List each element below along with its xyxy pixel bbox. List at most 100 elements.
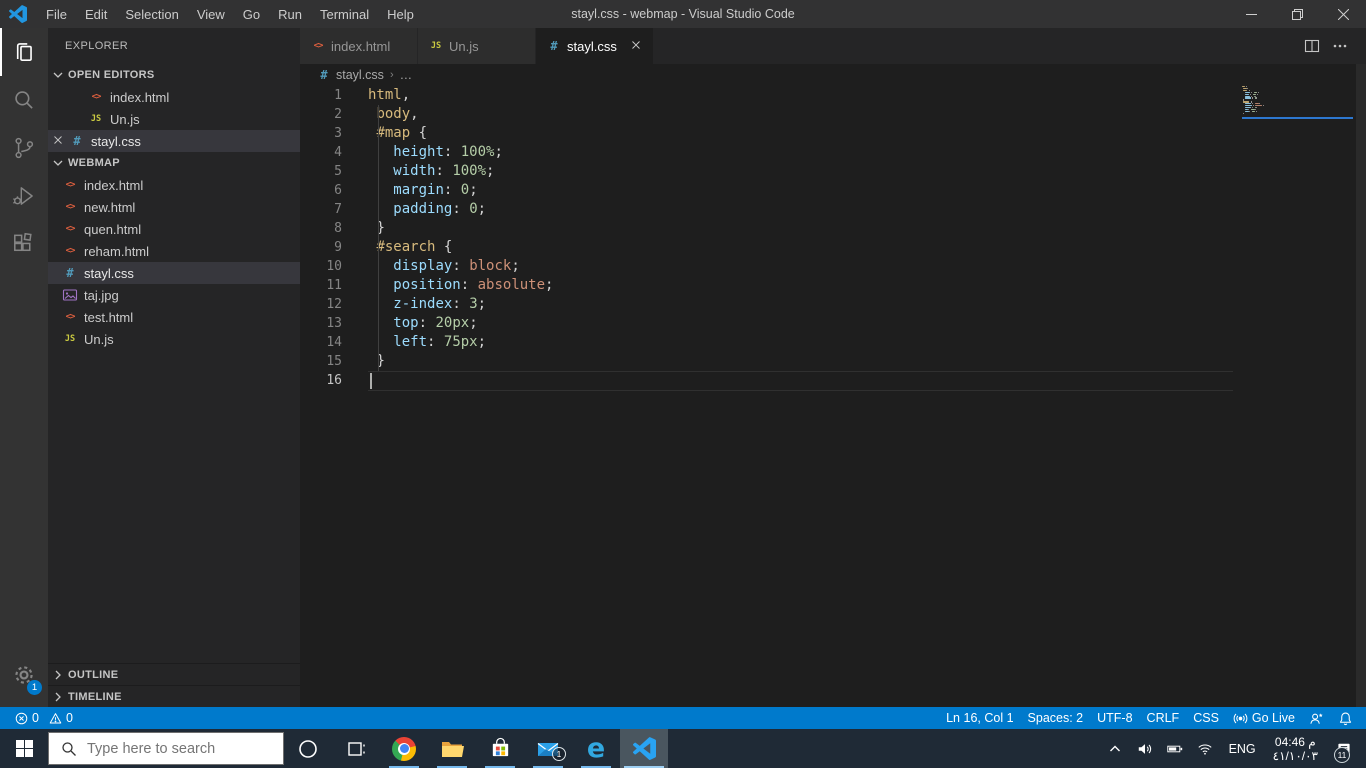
activity-extensions[interactable]	[0, 220, 48, 268]
code-line-2[interactable]: 2 body,	[300, 105, 1240, 124]
battery-button[interactable]	[1160, 729, 1190, 768]
settings-badge: 1	[27, 680, 42, 695]
eol-setting[interactable]: CRLF	[1140, 707, 1187, 729]
file-stayl.css[interactable]: # stayl.css	[48, 130, 300, 152]
code-editor[interactable]: 1 html, 2 body, 3 #map {4 height: 100%; 5 wi…	[300, 86, 1240, 390]
editor-scrollbar[interactable]	[1356, 64, 1366, 707]
section-outline[interactable]: OUTLINE	[48, 663, 300, 685]
start-button[interactable]	[0, 729, 48, 768]
file-test.html[interactable]: <> test.html	[48, 306, 300, 328]
problems-indicator[interactable]: 0 0	[8, 707, 80, 729]
css-file-icon: #	[66, 266, 74, 280]
indentation-setting[interactable]: Spaces: 2	[1021, 707, 1091, 729]
menu-run[interactable]: Run	[269, 0, 311, 28]
language-indicator[interactable]: ENG	[1220, 729, 1265, 768]
file-reham.html[interactable]: <> reham.html	[48, 240, 300, 262]
encoding-setting[interactable]: UTF-8	[1090, 707, 1139, 729]
menu-edit[interactable]: Edit	[76, 0, 116, 28]
activity-source-control[interactable]	[0, 124, 48, 172]
code-line-3[interactable]: 3 #map {	[300, 124, 1240, 143]
feedback-button[interactable]	[1302, 707, 1331, 729]
go-live-button[interactable]: Go Live	[1226, 707, 1302, 729]
code-line-14[interactable]: 14 left: 75px;	[300, 333, 1240, 352]
action-center-button[interactable]: 11	[1326, 729, 1366, 768]
file-index.html[interactable]: <> index.html	[48, 86, 300, 108]
cortana-button[interactable]	[284, 729, 332, 768]
file-taj.jpg[interactable]: taj.jpg	[48, 284, 300, 306]
code-line-8[interactable]: 8 }	[300, 219, 1240, 238]
close-window-button[interactable]	[1320, 0, 1366, 28]
notifications-bell[interactable]	[1331, 707, 1360, 729]
file-quen.html[interactable]: <> quen.html	[48, 218, 300, 240]
menu-view[interactable]: View	[188, 0, 234, 28]
menu-go[interactable]: Go	[234, 0, 269, 28]
task-view-button[interactable]	[332, 729, 380, 768]
volume-button[interactable]	[1130, 729, 1160, 768]
menu-terminal[interactable]: Terminal	[311, 0, 378, 28]
file-Un.js[interactable]: JS Un.js	[48, 328, 300, 350]
tab-index.html[interactable]: <> index.html	[300, 28, 418, 64]
language-mode[interactable]: CSS	[1186, 707, 1226, 729]
line-text: body,	[376, 106, 419, 122]
go-live-label: Go Live	[1251, 711, 1295, 725]
code-line-12[interactable]: 12 z-index: 3;	[300, 295, 1240, 314]
file-index.html[interactable]: <> index.html	[48, 174, 300, 196]
code-line-13[interactable]: 13 top: 20px;	[300, 314, 1240, 333]
taskbar-app-file-explorer[interactable]	[428, 729, 476, 768]
code-line-1[interactable]: 1 html,	[300, 86, 1240, 105]
taskbar-app-edge[interactable]: e	[572, 729, 620, 768]
taskbar-search[interactable]	[48, 732, 284, 765]
tab-stayl.css[interactable]: # stayl.css	[536, 28, 654, 64]
taskbar-app-store[interactable]	[476, 729, 524, 768]
windows-taskbar: 1e ENG 04:46 م ٤١/١٠/٠٣ 11	[0, 729, 1366, 768]
code-line-11[interactable]: 11 position: absolute;	[300, 276, 1240, 295]
title-bar: File Edit Selection View Go Run Terminal Help s…	[0, 0, 1366, 28]
section-timeline[interactable]: TIMELINE	[48, 685, 300, 707]
minimize-button[interactable]	[1228, 0, 1274, 28]
taskbar-app-chrome[interactable]	[380, 729, 428, 768]
file-new.html[interactable]: <> new.html	[48, 196, 300, 218]
code-line-4[interactable]: 4 height: 100%;	[300, 143, 1240, 162]
clock[interactable]: 04:46 م ٤١/١٠/٠٣	[1265, 729, 1326, 768]
open-editors-header[interactable]: OPEN EDITORS	[48, 64, 300, 86]
tray-chevron-button[interactable]	[1100, 729, 1130, 768]
cursor-position[interactable]: Ln 16, Col 1	[939, 707, 1020, 729]
activity-settings[interactable]: 1	[0, 651, 48, 699]
code-line-16[interactable]: 16	[300, 371, 1240, 390]
taskbar-app-mail[interactable]: 1	[524, 729, 572, 768]
tab-Un.js[interactable]: JS Un.js	[418, 28, 536, 64]
network-button[interactable]	[1190, 729, 1220, 768]
close-icon[interactable]	[51, 133, 67, 149]
code-line-6[interactable]: 6 margin: 0;	[300, 181, 1240, 200]
breadcrumb-ellipsis[interactable]: …	[400, 68, 413, 82]
code-line-15[interactable]: 15 }	[300, 352, 1240, 371]
search-input[interactable]	[87, 740, 267, 757]
code-line-7[interactable]: 7 padding: 0;	[300, 200, 1240, 219]
minimap-line-mark	[1245, 110, 1249, 113]
code-line-5[interactable]: 5 width: 100%;	[300, 162, 1240, 181]
close-icon[interactable]	[629, 38, 645, 54]
html-file-icon: <>	[65, 224, 76, 234]
more-actions-icon[interactable]	[1326, 33, 1354, 59]
breadcrumb[interactable]: # stayl.css › …	[300, 64, 412, 86]
system-tray: ENG 04:46 م ٤١/١٠/٠٣ 11	[1100, 729, 1366, 768]
activity-run-debug[interactable]	[0, 172, 48, 220]
file-stayl.css[interactable]: # stayl.css	[48, 262, 300, 284]
file-Un.js[interactable]: JS Un.js	[48, 108, 300, 130]
restore-button[interactable]	[1274, 0, 1320, 28]
menu-help[interactable]: Help	[378, 0, 423, 28]
activity-search[interactable]	[0, 76, 48, 124]
menu-file[interactable]: File	[37, 0, 76, 28]
breadcrumb-file[interactable]: stayl.css	[336, 68, 384, 82]
error-count: 0	[32, 711, 39, 725]
activity-explorer[interactable]	[0, 28, 48, 76]
code-line-10[interactable]: 10 display: block;	[300, 257, 1240, 276]
split-editor-icon[interactable]	[1298, 33, 1326, 59]
workspace-folder-section: WEBMAP <> index.html <> new.html <> quen.html <…	[48, 152, 300, 350]
workspace-header[interactable]: WEBMAP	[48, 152, 300, 174]
minimap[interactable]	[1242, 86, 1353, 146]
code-line-9[interactable]: 9 #search {	[300, 238, 1240, 257]
taskbar-app-vscode[interactable]	[620, 729, 668, 768]
menu-selection[interactable]: Selection	[116, 0, 187, 28]
store-icon	[492, 737, 508, 757]
